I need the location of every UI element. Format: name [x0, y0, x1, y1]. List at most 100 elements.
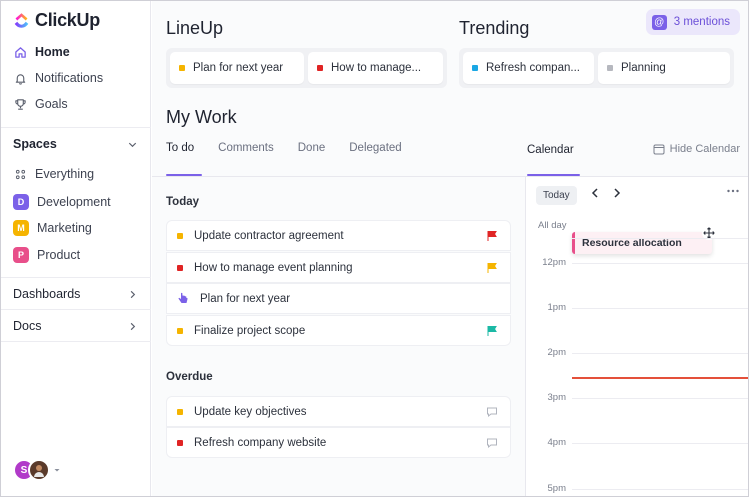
mentions-button[interactable]: @ 3 mentions [645, 9, 740, 35]
hour-label: 12pm [542, 257, 566, 268]
current-time-indicator [572, 377, 748, 379]
space-item-everything[interactable]: Everything [13, 167, 94, 181]
space-badge: M [13, 220, 29, 236]
hour-gridline [572, 238, 748, 239]
comment-icon[interactable] [486, 437, 498, 449]
hour-gridline [572, 443, 748, 444]
trending-row: Refresh compan... Planning [459, 48, 734, 88]
app-window: ClickUp Home Notifications Goals Spaces [0, 0, 749, 497]
tab-delegated[interactable]: Delegated [349, 142, 413, 154]
hour-gridline [572, 489, 748, 490]
hour-gridline [572, 308, 748, 309]
dashboards-label: Dashboards [13, 287, 81, 301]
status-dot [177, 264, 183, 271]
calendar-title[interactable]: Calendar [527, 144, 574, 156]
status-dot [177, 232, 183, 239]
bell-icon [13, 71, 27, 85]
sidebar-item-dashboards[interactable]: Dashboards [13, 287, 138, 301]
space-badge: D [13, 194, 29, 210]
sidebar: ClickUp Home Notifications Goals Spaces [1, 1, 151, 496]
lineup-card[interactable]: How to manage... [308, 52, 443, 84]
status-dot [317, 65, 323, 71]
main-content: LineUp Trending @ 3 mentions Plan for ne… [152, 1, 748, 496]
space-label: Marketing [37, 221, 92, 235]
trophy-icon [13, 97, 27, 111]
chevron-right-icon[interactable] [612, 187, 622, 199]
hide-calendar-label: Hide Calendar [669, 143, 740, 155]
tab-comments[interactable]: Comments [218, 142, 286, 154]
hour-label: 2pm [547, 347, 566, 358]
lineup-row: Plan for next year How to manage... [166, 48, 447, 88]
today-button[interactable]: Today [536, 186, 577, 205]
hour-label: 1pm [547, 302, 566, 313]
lineup-title: LineUp [166, 18, 224, 38]
more-options-icon[interactable] [726, 185, 740, 197]
status-dot [607, 65, 613, 71]
task-row[interactable]: Plan for next year [166, 283, 511, 314]
task-label: Update key objectives [194, 405, 307, 418]
space-item-product[interactable]: P Product [13, 247, 80, 263]
sidebar-item-home[interactable]: Home [13, 45, 70, 59]
calendar-event[interactable]: Resource allocation [572, 232, 712, 254]
hour-label: 4pm [547, 437, 566, 448]
user-avatar-group[interactable]: S [13, 459, 61, 481]
spaces-header[interactable]: Spaces [13, 137, 138, 151]
hide-calendar-button[interactable]: Hide Calendar [653, 143, 740, 155]
hour-label: 5pm [547, 483, 566, 494]
trending-card-label: Refresh compan... [486, 62, 580, 74]
sidebar-item-docs[interactable]: Docs [13, 319, 138, 333]
at-icon: @ [651, 14, 667, 30]
trending-card[interactable]: Refresh compan... [463, 52, 594, 84]
task-label: Refresh company website [194, 436, 327, 449]
hour-gridline [572, 263, 748, 264]
my-work-title: My Work [166, 107, 237, 127]
sidebar-item-goals[interactable]: Goals [13, 97, 68, 111]
task-row[interactable]: Finalize project scope [166, 315, 511, 346]
space-label: Everything [35, 167, 95, 181]
task-row[interactable]: Refresh company website [166, 427, 511, 458]
red-flag-icon[interactable] [486, 230, 498, 242]
task-label: Update contractor agreement [194, 229, 344, 242]
task-row[interactable]: Update contractor agreement [166, 220, 511, 251]
space-label: Product [37, 248, 81, 262]
my-work-tabs: To do Comments Done Delegated [166, 142, 426, 154]
overdue-group-label: Overdue [166, 371, 213, 383]
status-dot [472, 65, 478, 71]
brand-logo[interactable]: ClickUp [13, 10, 100, 31]
docs-label: Docs [13, 319, 42, 333]
hour-label: 3pm [547, 392, 566, 403]
sidebar-divider [1, 309, 151, 310]
trending-card[interactable]: Planning [598, 52, 730, 84]
sidebar-item-label: Home [35, 45, 70, 59]
chevron-down-icon[interactable] [127, 139, 138, 150]
tab-to-do[interactable]: To do [166, 142, 206, 154]
hour-gridline [572, 398, 748, 399]
sidebar-divider [1, 341, 151, 342]
caret-down-icon[interactable] [53, 466, 61, 474]
avatar-photo [28, 459, 50, 481]
task-row[interactable]: Update key objectives [166, 396, 511, 427]
tab-done[interactable]: Done [298, 142, 338, 154]
home-icon [13, 45, 27, 59]
space-badge: P [13, 247, 29, 263]
sidebar-item-notifications[interactable]: Notifications [13, 71, 103, 85]
grid-icon [13, 167, 27, 181]
comment-icon[interactable] [486, 406, 498, 418]
space-item-development[interactable]: D Development [13, 194, 111, 210]
teal-flag-icon[interactable] [486, 325, 498, 337]
sidebar-item-label: Goals [35, 97, 68, 111]
all-day-label: All day [538, 220, 567, 231]
lineup-card[interactable]: Plan for next year [170, 52, 304, 84]
space-label: Development [37, 195, 111, 209]
space-item-marketing[interactable]: M Marketing [13, 220, 92, 236]
chevron-right-icon [130, 290, 136, 298]
chevron-left-icon[interactable] [590, 187, 600, 199]
status-dot [177, 408, 183, 415]
sidebar-item-label: Notifications [35, 71, 104, 85]
hour-gridline [572, 353, 748, 354]
task-label: How to manage event planning [194, 261, 353, 274]
yellow-flag-icon[interactable] [486, 262, 498, 274]
mentions-label: 3 mentions [673, 16, 730, 28]
task-row[interactable]: How to manage event planning [166, 252, 511, 283]
clickup-logo-icon [14, 13, 29, 28]
